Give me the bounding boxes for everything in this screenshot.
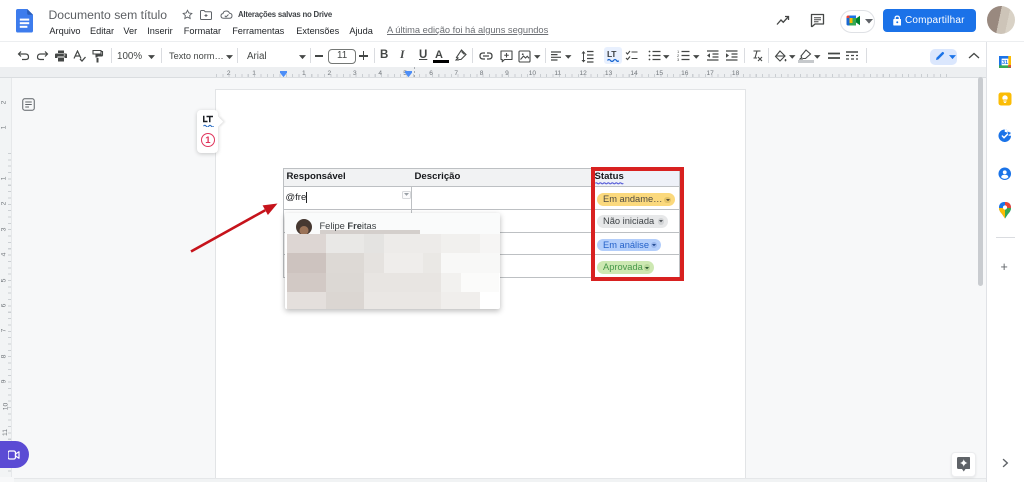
svg-text:31: 31 — [1001, 60, 1007, 66]
svg-text:3: 3 — [677, 57, 680, 61]
